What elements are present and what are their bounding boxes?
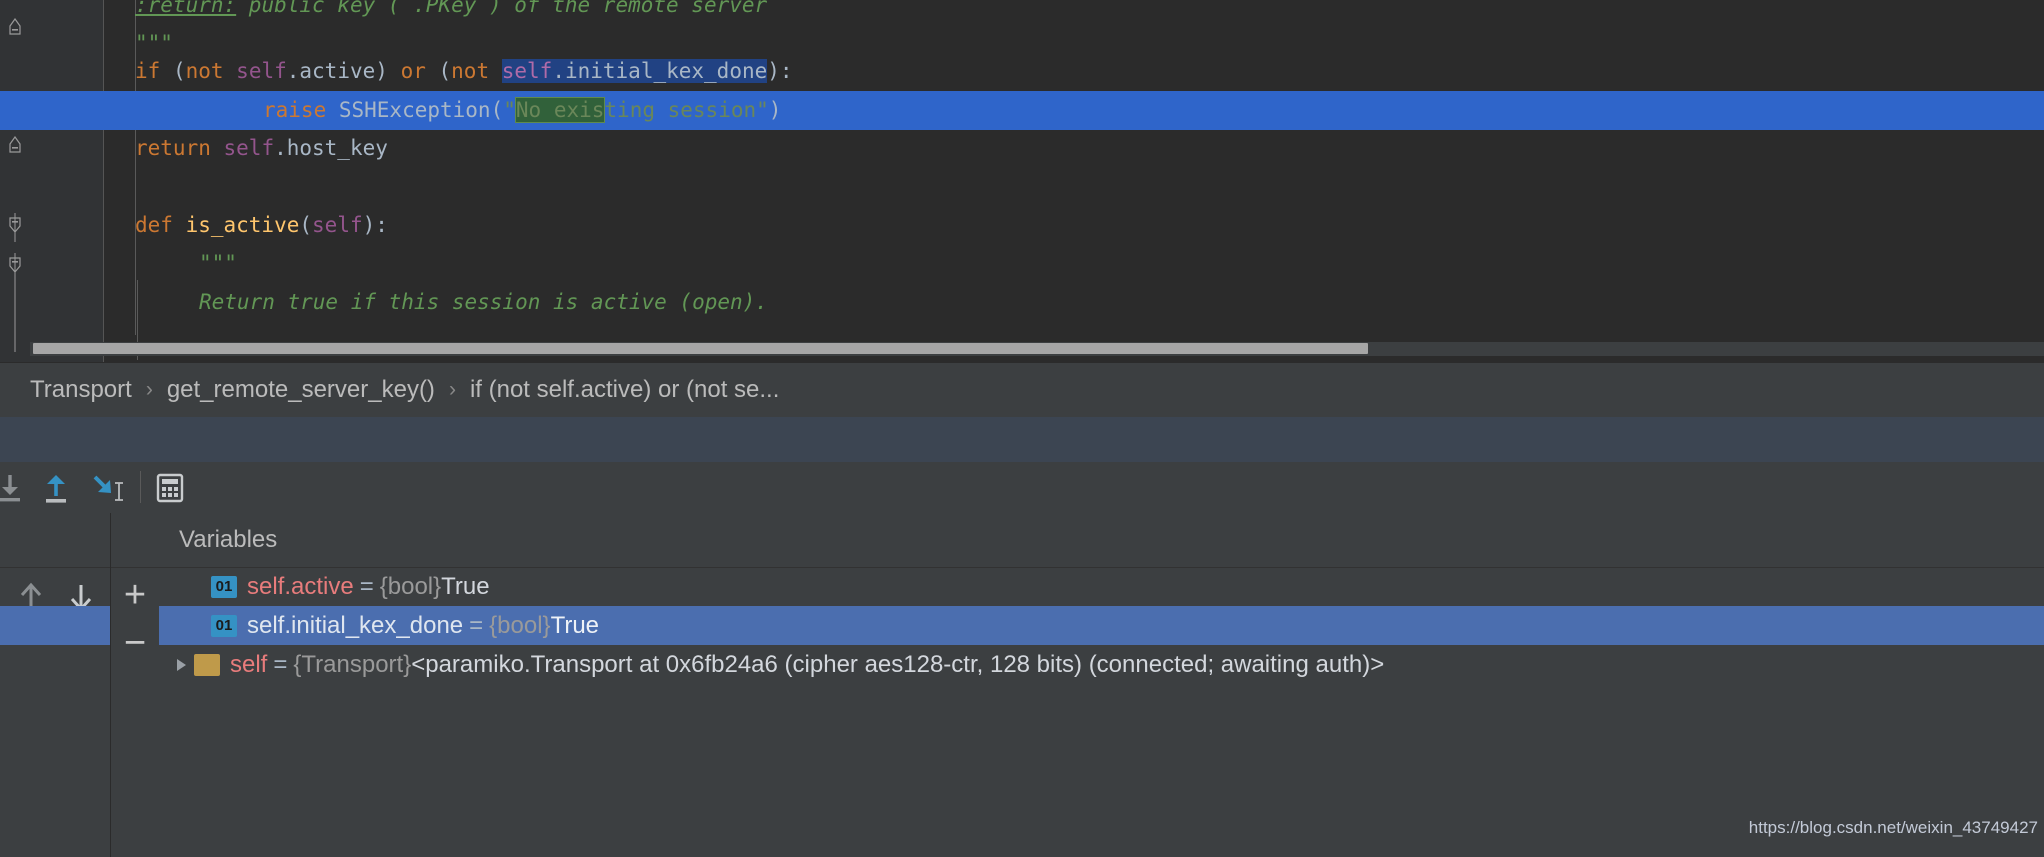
debug-toolbar[interactable] bbox=[0, 462, 2044, 514]
expand-triangle-icon[interactable] bbox=[177, 658, 186, 671]
code-token: ) bbox=[362, 213, 376, 237]
code-token: : bbox=[779, 59, 793, 83]
variable-row[interactable]: 01 self.active = {bool} True bbox=[159, 567, 2044, 606]
add-watch-button[interactable]: + bbox=[115, 575, 155, 615]
code-token: or bbox=[400, 59, 439, 83]
run-to-cursor-icon[interactable] bbox=[88, 470, 124, 506]
code-token: ( bbox=[438, 59, 452, 83]
code-token: ( bbox=[490, 98, 504, 122]
frames-column[interactable] bbox=[0, 513, 111, 857]
code-line-text: Return true if this session is active (o… bbox=[103, 283, 768, 322]
code-token: Return true if this session is active (o… bbox=[199, 290, 768, 314]
code-token: ( bbox=[172, 59, 186, 83]
code-token: " bbox=[503, 98, 516, 122]
breadcrumb-item-class[interactable]: Transport bbox=[30, 376, 132, 404]
plus-icon: + bbox=[123, 574, 147, 616]
breadcrumb[interactable]: Transport › get_remote_server_key() › if… bbox=[0, 362, 2044, 417]
code-token: ) bbox=[767, 59, 780, 83]
code-token: .host_key bbox=[274, 136, 388, 160]
code-line-text: if (not self.active) or (not self.initia… bbox=[103, 52, 793, 91]
code-line[interactable]: raise SSHException("No existing session"… bbox=[0, 91, 2044, 130]
variable-value: True bbox=[441, 572, 490, 600]
breadcrumb-item-statement[interactable]: if (not self.active) or (not se... bbox=[470, 376, 779, 404]
variable-equals: = bbox=[469, 611, 484, 639]
remove-watch-button[interactable]: − bbox=[115, 623, 155, 663]
code-token: """ bbox=[199, 251, 237, 275]
code-line[interactable]: """ bbox=[0, 244, 2044, 283]
code-line-text: return self.host_key bbox=[103, 129, 388, 168]
evaluate-expression-icon[interactable] bbox=[152, 470, 188, 506]
code-line[interactable]: return self.host_key bbox=[0, 129, 2044, 168]
code-line-text: """ bbox=[103, 244, 237, 283]
step-into-icon[interactable] bbox=[0, 470, 28, 506]
watch-actions-column[interactable]: + − bbox=[111, 513, 160, 857]
code-line-text: def is_active(self): bbox=[103, 206, 388, 245]
code-token: :return: bbox=[135, 0, 237, 17]
exec-gutter-fold bbox=[0, 91, 80, 130]
code-line-text: :return: public key (`.PKey`) of the rem… bbox=[103, 0, 767, 25]
ide-window: :return: public key (`.PKey`) of the rem… bbox=[0, 0, 2044, 857]
selected-row-strip bbox=[0, 606, 110, 645]
code-token: is_active bbox=[185, 213, 300, 237]
code-token: self bbox=[312, 213, 363, 237]
code-token: not bbox=[185, 59, 237, 83]
watermark: https://blog.csdn.net/weixin_43749427 bbox=[1748, 818, 2038, 837]
variables-tab-header[interactable]: Variables bbox=[159, 513, 2044, 568]
step-out-icon[interactable] bbox=[38, 470, 74, 506]
code-token: " bbox=[756, 98, 769, 122]
object-value-icon bbox=[194, 653, 220, 676]
code-token: if bbox=[135, 59, 173, 83]
minus-icon: − bbox=[123, 622, 147, 664]
variable-name: self.initial_kex_done bbox=[247, 611, 464, 639]
variables-pane: Variables 01 self.active = {bool} True 01 s… bbox=[159, 513, 2044, 857]
code-token: ) bbox=[768, 98, 782, 122]
breadcrumb-separator-icon: › bbox=[448, 378, 456, 401]
code-token: ) bbox=[375, 59, 401, 83]
code-token: self bbox=[236, 59, 287, 83]
code-line[interactable]: if (not self.active) or (not self.initia… bbox=[0, 52, 2044, 91]
editor-hscrollbar-thumb[interactable] bbox=[33, 343, 1368, 354]
code-token: ( bbox=[299, 213, 313, 237]
variable-value: <paramiko.Transport at 0x6fb24a6 (cipher… bbox=[411, 650, 1385, 678]
variable-value: True bbox=[550, 611, 600, 639]
code-token: public key (`.PKey`) of the remote serve… bbox=[236, 0, 768, 17]
variable-type: {Transport} bbox=[293, 650, 412, 678]
primitive-value-icon: 01 bbox=[211, 575, 237, 598]
code-token: ting session bbox=[604, 98, 757, 122]
debugger-panel: + − Variables 01 self.active = {bool} Tru… bbox=[0, 513, 2044, 857]
code-selection-token: No exis bbox=[514, 97, 606, 123]
frames-divider bbox=[0, 567, 110, 568]
code-line[interactable]: Return true if this session is active (o… bbox=[0, 283, 2044, 322]
breadcrumb-item-method[interactable]: get_remote_server_key() bbox=[167, 376, 435, 404]
code-token: raise bbox=[263, 98, 339, 122]
breadcrumb-separator-icon: › bbox=[145, 378, 153, 401]
code-line[interactable]: :return: public key (`.PKey`) of the rem… bbox=[0, 0, 2044, 25]
primitive-value-icon: 01 bbox=[211, 614, 237, 637]
code-token: .active bbox=[286, 59, 376, 83]
variable-type: {bool} bbox=[489, 611, 551, 639]
code-token: return bbox=[135, 136, 224, 160]
variable-row[interactable]: 01 self.initial_kex_done = {bool} True bbox=[159, 606, 2044, 645]
code-token: self bbox=[223, 136, 275, 160]
code-line[interactable]: def is_active(self): bbox=[0, 206, 2044, 245]
variable-type: {bool} bbox=[379, 572, 442, 600]
watch-actions-divider bbox=[111, 567, 159, 568]
code-line-text: raise SSHException("No existing session"… bbox=[103, 91, 781, 130]
variable-equals: = bbox=[359, 572, 374, 600]
code-selection-token: .initial_kex_done bbox=[552, 59, 768, 83]
toolwindow-gap bbox=[0, 417, 2044, 462]
code-token: def bbox=[135, 213, 186, 237]
variable-name: self bbox=[230, 650, 268, 678]
variable-equals: = bbox=[273, 650, 288, 678]
code-selection-token: self bbox=[501, 59, 553, 83]
code-token: : bbox=[375, 213, 388, 237]
tab-variables[interactable]: Variables bbox=[179, 526, 277, 554]
variable-name: self.active bbox=[247, 572, 354, 600]
toolbar-separator bbox=[140, 471, 141, 503]
code-token: SSHException bbox=[338, 98, 491, 122]
code-token: not bbox=[451, 59, 502, 83]
variable-row[interactable]: self = {Transport} <paramiko.Transport a… bbox=[159, 645, 2044, 684]
